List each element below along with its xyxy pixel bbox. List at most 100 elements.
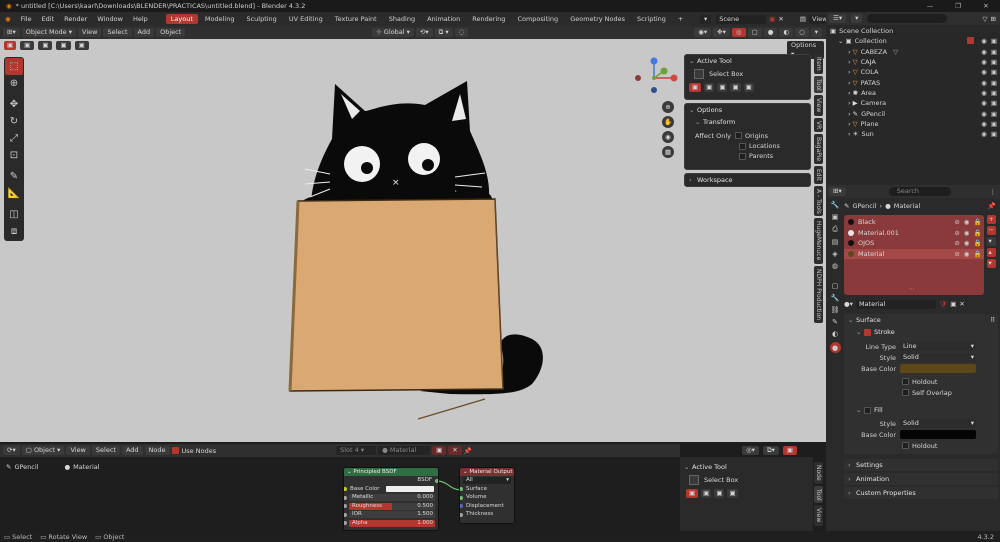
thickness-input[interactable]: Thickness (460, 510, 514, 519)
camera-render-icon[interactable]: ▣ (991, 99, 997, 107)
mode-extend-icon[interactable]: ▣ (704, 83, 715, 92)
list-resize-handle[interactable]: ⋯ (908, 285, 915, 293)
input-socket[interactable] (344, 521, 347, 525)
menu-window[interactable]: Window (92, 12, 128, 26)
eye-icon[interactable]: ◉ (981, 48, 987, 56)
menu-edit[interactable]: Edit (37, 12, 60, 26)
blender-menu-icon[interactable]: ◉ (0, 12, 16, 26)
material-browse-icon[interactable]: ●▾ (844, 300, 853, 308)
eye-icon[interactable]: ◉ (964, 239, 970, 247)
outliner-row-object[interactable]: › ▽ Plane ◉ ▣ (826, 119, 1000, 129)
base-color-field[interactable] (386, 486, 434, 492)
camera-render-icon[interactable]: ▣ (991, 89, 997, 97)
self-overlap-checkbox[interactable] (902, 389, 909, 396)
eye-icon[interactable]: ◉ (981, 110, 987, 118)
lock-icon[interactable]: ⊘ (954, 250, 959, 258)
metallic-field[interactable]: Metallic 0.000 (349, 494, 435, 501)
stroke-header[interactable]: ⌄ Stroke (844, 326, 998, 338)
xray-icon[interactable]: ▢ (747, 28, 762, 37)
transform-header[interactable]: ⌄ Transform (685, 116, 810, 128)
scene-remove-icon[interactable]: ✕ (778, 15, 783, 23)
roughness-input[interactable]: Roughness 0.500 (344, 502, 438, 511)
material-output-node[interactable]: ⌄ Material Output All ▾ Surface Volume Di… (459, 467, 515, 524)
shading-rendered-icon[interactable]: ○ (795, 28, 809, 37)
object-tab-icon[interactable]: ▢ (832, 282, 839, 290)
input-socket[interactable] (344, 495, 347, 500)
displacement-input[interactable]: Displacement (460, 502, 514, 511)
node-active-tool-header[interactable]: ⌄ Active Tool (680, 461, 813, 473)
node-menu-add[interactable]: Add (121, 446, 143, 455)
data-tab-icon[interactable]: ✎ (832, 318, 838, 326)
expand-chevron-icon[interactable]: › (848, 110, 851, 118)
node-backdrop-icon[interactable]: ▣ (782, 446, 797, 455)
settings-header[interactable]: › Settings (844, 459, 998, 471)
move-slot-down-icon[interactable]: ▾ (986, 259, 996, 268)
node-sidebar-tab-view[interactable]: View (814, 505, 823, 526)
sidebar-tab-a-tools[interactable]: A - Tools (814, 185, 823, 217)
material-tab-icon[interactable]: ● (829, 342, 841, 353)
affect-parents-checkbox[interactable] (739, 152, 746, 160)
tool-tab-icon[interactable]: 🔧 (831, 201, 840, 209)
options-header[interactable]: ⌄ Options (685, 104, 810, 116)
alpha-field[interactable]: Alpha 1.000 (349, 519, 435, 527)
scene-copy-icon[interactable]: ▣ (769, 15, 775, 23)
tab-texture-paint[interactable]: Texture Paint (330, 14, 382, 24)
world-tab-icon[interactable]: ◍ (832, 262, 838, 270)
outliner-row-object[interactable]: › ☀ Sun ◉ ▣ (826, 129, 1000, 139)
constraint-tab-icon[interactable]: ⛓ (831, 306, 840, 314)
tab-layout[interactable]: Layout (165, 14, 198, 24)
node-pin-icon[interactable]: 📌 (464, 447, 472, 455)
eye-icon[interactable]: ◉ (981, 79, 987, 87)
material-slot[interactable]: Black ⊘ ◉ 🔒 (844, 217, 984, 228)
transform-orientation-dropdown[interactable]: ⊹ Global ▾ (372, 28, 414, 37)
add-workspace-icon[interactable]: + (673, 14, 688, 24)
ior-input[interactable]: IOR 1.500 (344, 510, 438, 519)
expand-chevron-icon[interactable]: › (848, 130, 851, 138)
active-tool-header[interactable]: ⌄ Active Tool (685, 55, 810, 67)
outliner-row-object[interactable]: › ▽ CABEZA ▽ ◉ ▣ (826, 47, 1000, 57)
expand-chevron-icon[interactable]: ⌄ (838, 37, 843, 45)
outliner-row-scene-collection[interactable]: ▣ Scene Collection (826, 26, 1000, 36)
modifier-tab-icon[interactable]: 🔧 (831, 294, 840, 302)
visibility-icon[interactable]: ◉▾ (694, 28, 712, 37)
camera-render-icon[interactable]: ▣ (991, 68, 997, 76)
move-slot-up-icon[interactable]: ▴ (986, 248, 996, 257)
node-menu-node[interactable]: Node (144, 446, 170, 455)
overlay-icon[interactable]: ◎ (731, 28, 746, 37)
outliner-row-object[interactable]: › ▽ PATAS ◉ ▣ (826, 77, 1000, 87)
input-socket[interactable] (344, 512, 347, 517)
node-snap-icon[interactable]: ⧉▾ (762, 446, 779, 455)
node-editor-type-icon[interactable]: ⟳▾ (3, 446, 20, 455)
output-tab-icon[interactable]: ⎙ (832, 225, 838, 234)
stroke-checkbox[interactable] (864, 328, 871, 336)
tab-compositing[interactable]: Compositing (512, 14, 563, 24)
slot-dropdown[interactable]: Slot 4 ▾ (336, 446, 377, 455)
principled-bsdf-node[interactable]: ⌄ Principled BSDF BSDF Base Color Metall… (343, 467, 439, 531)
new-collection-icon[interactable]: ⊞ (991, 15, 996, 23)
editor-type-icon[interactable]: ⊞▾ (3, 28, 20, 37)
outliner-search-input[interactable] (867, 14, 948, 23)
eye-icon[interactable]: ◉ (981, 89, 987, 97)
camera-render-icon[interactable]: ▣ (991, 110, 997, 118)
gizmo-icon[interactable]: ✥▾ (713, 28, 730, 37)
node-menu-select[interactable]: Select (91, 446, 120, 455)
expand-chevron-icon[interactable]: › (848, 99, 851, 107)
material-browse-field[interactable]: ● Material (378, 446, 431, 455)
camera-view-icon[interactable]: ◉ (662, 131, 674, 143)
camera-render-icon[interactable]: ▣ (991, 79, 997, 87)
node-mode-subtract-icon[interactable]: ▣ (714, 489, 725, 498)
camera-render-icon[interactable]: ▣ (991, 58, 997, 66)
visual-effects-tab-icon[interactable]: ◐ (832, 330, 838, 338)
select-box-icon[interactable] (694, 69, 704, 79)
node-menu-view[interactable]: View (66, 446, 90, 455)
fill-style-dropdown[interactable]: Solid ▾ (900, 419, 976, 428)
fill-holdout-checkbox[interactable] (902, 442, 909, 449)
material-slot-selected[interactable]: Material ⊘ ◉ 🔒 (844, 248, 984, 259)
metallic-input[interactable]: Metallic 0.000 (344, 493, 438, 502)
outliner-row-object[interactable]: › ▶ Camera ◉ ▣ (826, 98, 1000, 108)
shader-type-dropdown[interactable]: ▢ Object ▾ (21, 446, 65, 455)
material-slot[interactable]: OJOS ⊘ ◉ 🔒 (844, 238, 984, 249)
mode-subtract-icon[interactable]: ▣ (717, 83, 728, 92)
view-layer-tab-icon[interactable]: ▤ (832, 238, 839, 246)
sidebar-tab-hugemenuce[interactable]: HugeMenuce (814, 218, 823, 264)
